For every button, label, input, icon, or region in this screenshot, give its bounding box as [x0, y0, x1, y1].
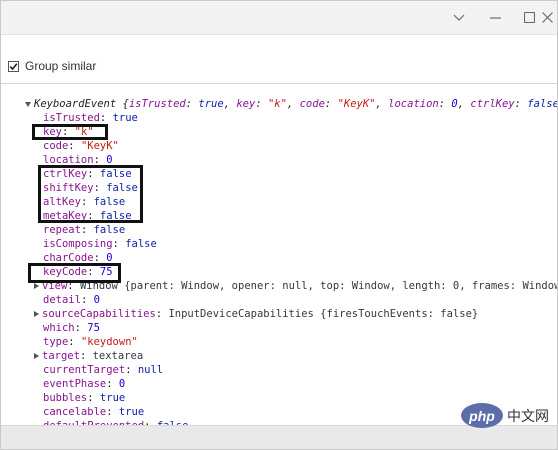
- property-row-bubbles: bubbles: true: [43, 392, 126, 404]
- property-row-cancelable: cancelable: true: [43, 406, 145, 418]
- property-row-iscomposing: isComposing: false: [43, 238, 157, 250]
- property-value: true: [99, 392, 126, 404]
- title-bar: [1, 1, 557, 35]
- property-value: 0: [93, 294, 100, 306]
- highlight-box-keycode: [28, 263, 121, 283]
- property-key: repeat: [43, 224, 81, 236]
- event-summary-line[interactable]: KeyboardEvent {isTrusted: true, key: "k"…: [25, 97, 557, 111]
- property-row-type: type: "keydown": [43, 336, 138, 348]
- console-toolbar: Group similar: [1, 53, 557, 84]
- property-row-detail: detail: 0: [43, 294, 100, 306]
- property-key: sourceCapabilities: [42, 308, 156, 320]
- property-key: cancelable: [43, 406, 107, 418]
- property-row-which: which: 75: [43, 322, 100, 334]
- property-value: textarea: [92, 350, 144, 362]
- watermark-site-text: 中文网: [507, 409, 549, 425]
- property-value: InputDeviceCapabilities {firesTouchEvent…: [168, 308, 479, 320]
- console-output: KeyboardEvent {isTrusted: true, key: "k"…: [1, 91, 557, 425]
- property-value: 0: [118, 378, 126, 390]
- property-key: currentTarget: [43, 364, 126, 376]
- property-row-currenttarget: currentTarget: null: [43, 364, 164, 376]
- property-key: which: [43, 322, 75, 334]
- close-icon[interactable]: [535, 1, 557, 34]
- group-similar-checkbox[interactable]: [8, 61, 19, 72]
- property-row-code: code: "KeyK": [43, 140, 119, 152]
- property-row-eventphase: eventPhase: 0: [43, 378, 126, 390]
- property-value: Window {parent: Window, opener: null, to…: [79, 280, 557, 292]
- property-value: null: [137, 364, 164, 376]
- property-key: code: [43, 140, 69, 152]
- property-key: isComposing: [43, 238, 113, 250]
- property-key: detail: [43, 294, 81, 306]
- property-value: "keydown": [80, 336, 138, 348]
- property-row-istrusted: isTrusted: true: [43, 112, 138, 124]
- property-value: false: [93, 224, 126, 236]
- property-value: 75: [87, 322, 100, 334]
- php-logo-icon: php: [461, 403, 503, 428]
- expand-triangle-icon[interactable]: [34, 311, 39, 317]
- property-key: isTrusted: [43, 112, 100, 124]
- property-row-target[interactable]: target: textarea: [34, 349, 143, 363]
- property-key: type: [43, 336, 69, 348]
- property-value: true: [112, 112, 138, 124]
- property-key: bubbles: [43, 392, 88, 404]
- property-key: eventPhase: [43, 378, 107, 390]
- devtools-window: Group similar KeyboardEvent {isTrusted: …: [0, 0, 558, 450]
- chevron-down-icon[interactable]: [439, 1, 479, 34]
- expand-triangle-icon[interactable]: [34, 283, 39, 289]
- watermark-logo: php 中文网: [461, 401, 555, 431]
- property-value: true: [118, 406, 145, 418]
- property-row-sourcecapabilities[interactable]: sourceCapabilities: InputDeviceCapabilit…: [34, 307, 478, 321]
- highlight-box-modifier-keys: [38, 165, 143, 223]
- property-key: target: [42, 350, 80, 362]
- property-value: "KeyK": [80, 140, 119, 152]
- highlight-box-key: [32, 124, 108, 140]
- property-row-repeat: repeat: false: [43, 224, 126, 236]
- group-similar-label[interactable]: Group similar: [25, 59, 96, 73]
- property-value: false: [125, 238, 157, 250]
- event-type: KeyboardEvent: [34, 98, 117, 110]
- expand-triangle-icon[interactable]: [34, 353, 39, 359]
- expand-triangle-icon[interactable]: [25, 101, 31, 107]
